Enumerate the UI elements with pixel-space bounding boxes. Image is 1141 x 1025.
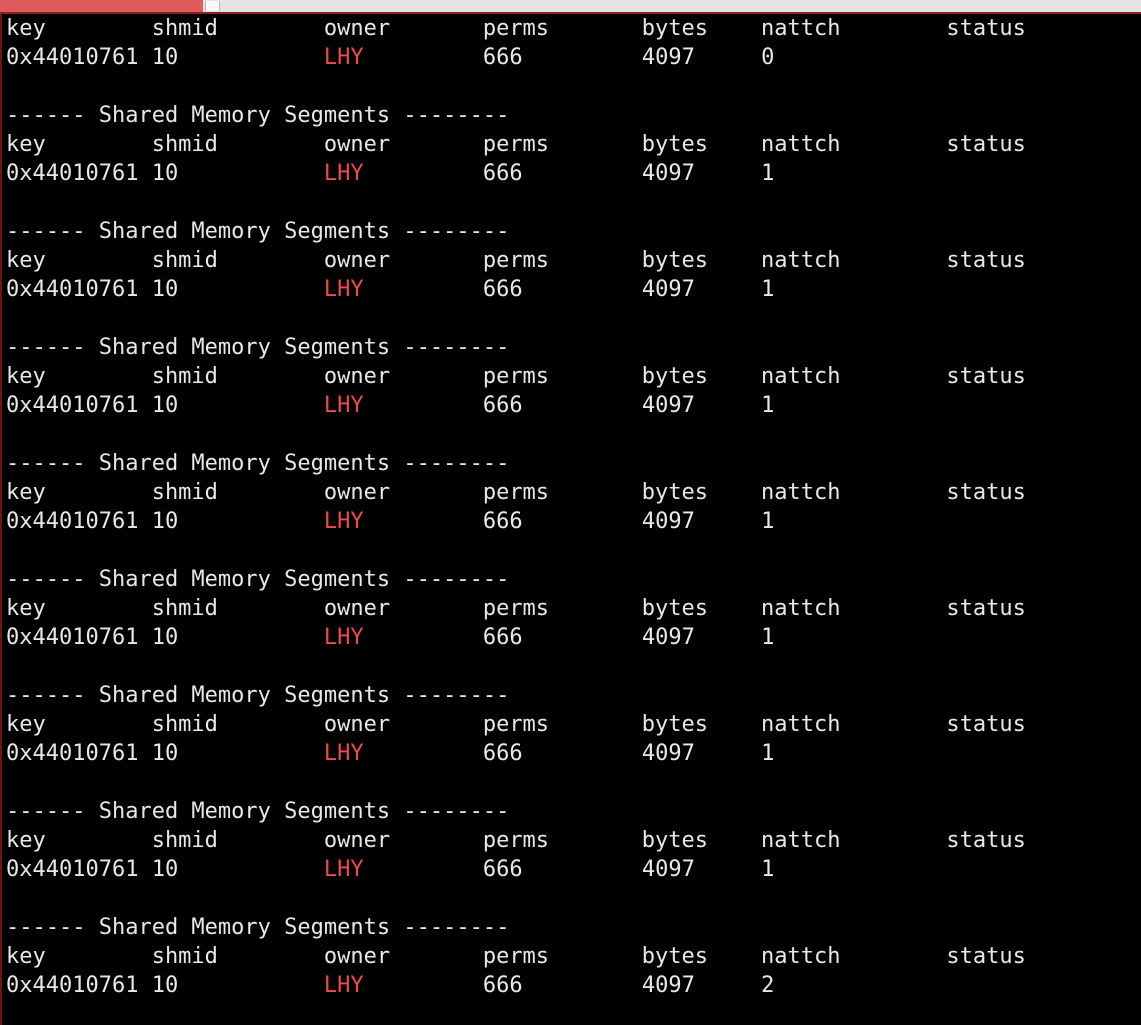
cell-owner: LHY — [323, 625, 364, 650]
window-progress-strip[interactable] — [0, 0, 1141, 14]
section-separator: ------ Shared Memory Segments -------- — [6, 103, 510, 128]
section-separator: ------ Shared Memory Segments -------- — [6, 799, 510, 824]
cell-perms: 666 — [482, 509, 523, 534]
cell-nattch: 1 — [761, 277, 775, 302]
cell-shmid: 10 — [151, 161, 179, 186]
table-header-row: key shmid owner perms bytes nattch statu… — [6, 596, 1026, 621]
table-header-row: key shmid owner perms bytes nattch statu… — [6, 944, 1026, 969]
table-row: 0x44010761 10 LHY 666 4097 0 — [6, 43, 1026, 72]
cell-key: 0x44010761 — [6, 393, 139, 418]
cell-nattch: 1 — [761, 393, 775, 418]
table-header-row: key shmid owner perms bytes nattch statu… — [6, 16, 1026, 41]
cell-bytes: 4097 — [641, 161, 695, 186]
progress-bar-fill — [0, 0, 203, 12]
cell-owner: LHY — [323, 393, 364, 418]
cell-nattch: 1 — [761, 625, 775, 650]
cell-perms: 666 — [482, 393, 523, 418]
cell-perms: 666 — [482, 973, 523, 998]
table-header-row: key shmid owner perms bytes nattch statu… — [6, 828, 1026, 853]
cell-bytes: 4097 — [641, 625, 695, 650]
table-row: 0x44010761 10 LHY 666 4097 2 — [6, 971, 1026, 1000]
cell-key: 0x44010761 — [6, 973, 139, 998]
cell-perms: 666 — [482, 277, 523, 302]
cell-bytes: 4097 — [641, 973, 695, 998]
section-separator: ------ Shared Memory Segments -------- — [6, 567, 510, 592]
cell-bytes: 4097 — [641, 857, 695, 882]
table-row: 0x44010761 10 LHY 666 4097 1 — [6, 623, 1026, 652]
cell-shmid: 10 — [151, 973, 179, 998]
cell-owner: LHY — [323, 973, 364, 998]
cell-key: 0x44010761 — [6, 741, 139, 766]
cell-shmid: 10 — [151, 277, 179, 302]
table-row: 0x44010761 10 LHY 666 4097 1 — [6, 275, 1026, 304]
table-row: 0x44010761 10 LHY 666 4097 1 — [6, 507, 1026, 536]
cell-shmid: 10 — [151, 509, 179, 534]
table-row: 0x44010761 10 LHY 666 4097 1 — [6, 855, 1026, 884]
table-row: 0x44010761 10 LHY 666 4097 1 — [6, 159, 1026, 188]
section-separator: ------ Shared Memory Segments -------- — [6, 219, 510, 244]
terminal-window[interactable]: key shmid owner perms bytes nattch statu… — [0, 14, 1141, 1025]
table-row: 0x44010761 10 LHY 666 4097 1 — [6, 739, 1026, 768]
cell-nattch: 2 — [761, 973, 775, 998]
cell-owner: LHY — [323, 857, 364, 882]
cell-key: 0x44010761 — [6, 625, 139, 650]
table-row: 0x44010761 10 LHY 666 4097 1 — [6, 391, 1026, 420]
cell-shmid: 10 — [151, 393, 179, 418]
cell-bytes: 4097 — [641, 45, 695, 70]
table-header-row: key shmid owner perms bytes nattch statu… — [6, 364, 1026, 389]
cell-perms: 666 — [482, 625, 523, 650]
cell-key: 0x44010761 — [6, 45, 139, 70]
cell-key: 0x44010761 — [6, 857, 139, 882]
cell-shmid: 10 — [151, 741, 179, 766]
cell-bytes: 4097 — [641, 509, 695, 534]
cell-shmid: 10 — [151, 625, 179, 650]
cell-perms: 666 — [482, 857, 523, 882]
cell-nattch: 1 — [761, 857, 775, 882]
cell-nattch: 1 — [761, 741, 775, 766]
section-separator: ------ Shared Memory Segments -------- — [6, 915, 510, 940]
cell-owner: LHY — [323, 741, 364, 766]
terminal-screen[interactable]: key shmid owner perms bytes nattch statu… — [6, 14, 1026, 1000]
cell-shmid: 10 — [151, 45, 179, 70]
table-header-row: key shmid owner perms bytes nattch statu… — [6, 132, 1026, 157]
cell-key: 0x44010761 — [6, 509, 139, 534]
cell-perms: 666 — [482, 45, 523, 70]
table-header-row: key shmid owner perms bytes nattch statu… — [6, 480, 1026, 505]
progress-bar-notch — [205, 1, 220, 11]
cell-bytes: 4097 — [641, 393, 695, 418]
cell-shmid: 10 — [151, 857, 179, 882]
cell-nattch: 0 — [761, 45, 775, 70]
cell-owner: LHY — [323, 45, 364, 70]
cell-bytes: 4097 — [641, 741, 695, 766]
cell-owner: LHY — [323, 509, 364, 534]
table-header-row: key shmid owner perms bytes nattch statu… — [6, 248, 1026, 273]
section-separator: ------ Shared Memory Segments -------- — [6, 335, 510, 360]
section-separator: ------ Shared Memory Segments -------- — [6, 451, 510, 476]
cell-owner: LHY — [323, 277, 364, 302]
cell-perms: 666 — [482, 161, 523, 186]
cell-nattch: 1 — [761, 509, 775, 534]
section-separator: ------ Shared Memory Segments -------- — [6, 683, 510, 708]
cell-owner: LHY — [323, 161, 364, 186]
cell-perms: 666 — [482, 741, 523, 766]
cell-bytes: 4097 — [641, 277, 695, 302]
cell-key: 0x44010761 — [6, 277, 139, 302]
table-header-row: key shmid owner perms bytes nattch statu… — [6, 712, 1026, 737]
cell-nattch: 1 — [761, 161, 775, 186]
cell-key: 0x44010761 — [6, 161, 139, 186]
